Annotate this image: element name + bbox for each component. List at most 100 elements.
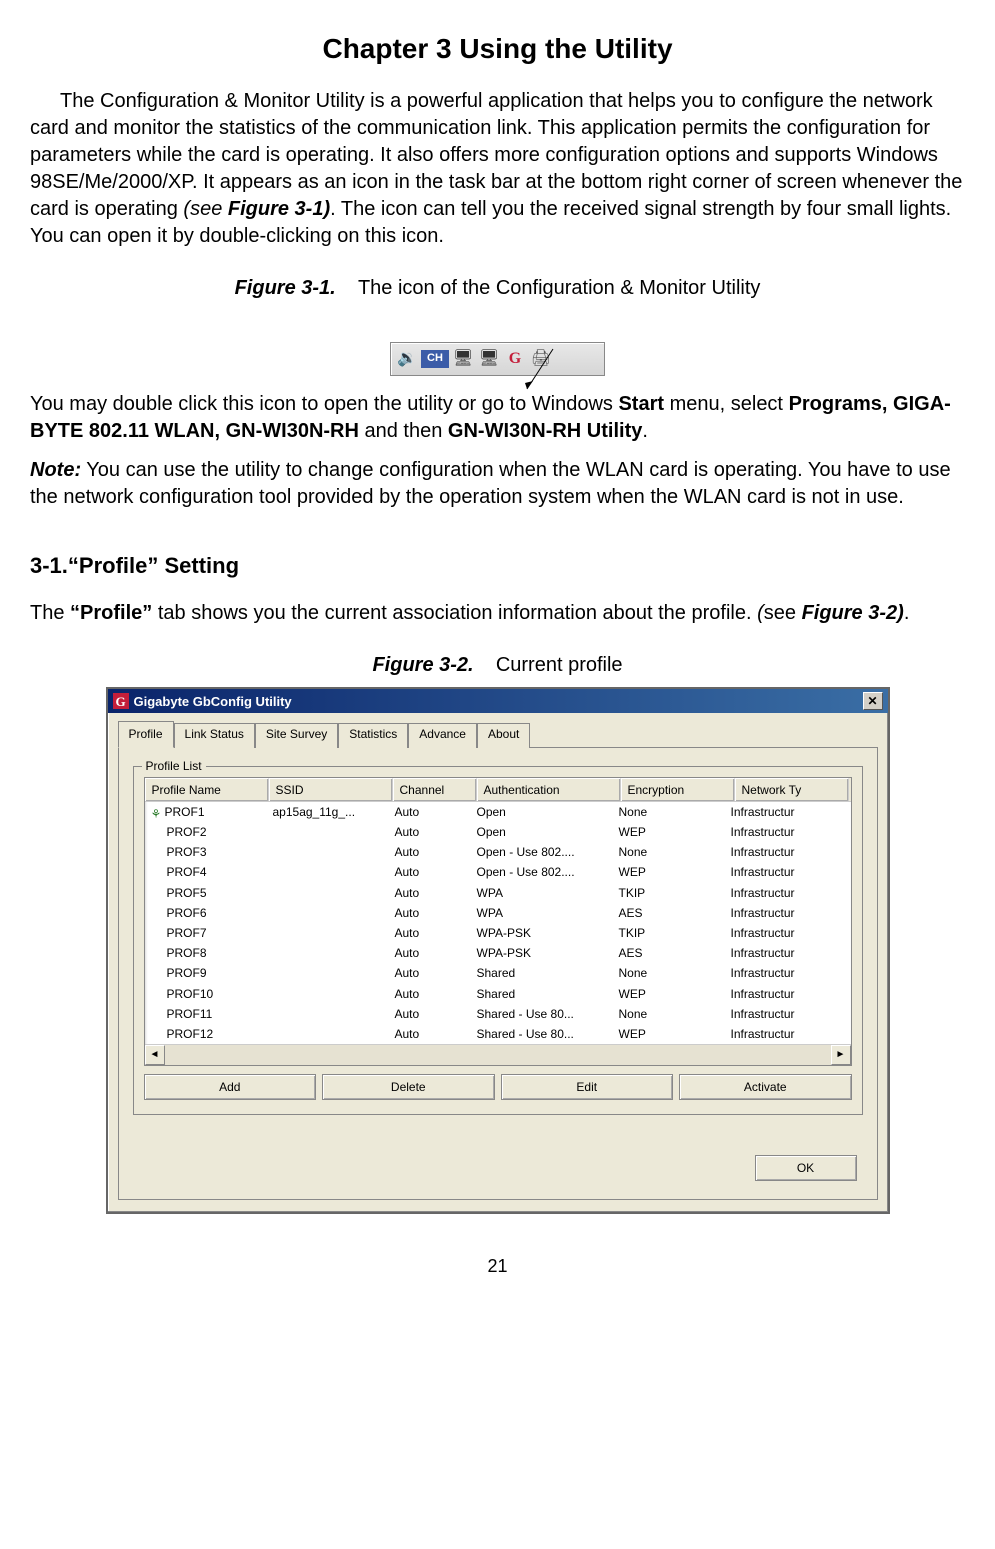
tab-advance[interactable]: Advance bbox=[408, 723, 477, 747]
cell-enc: AES bbox=[613, 943, 725, 963]
activate-button[interactable]: Activate bbox=[679, 1074, 852, 1100]
cell-profile-name: PROF2 bbox=[145, 822, 267, 842]
cell-net: Infrastructur bbox=[725, 1024, 837, 1044]
tab-panel-profile: Profile List Profile Name SSID Channel A… bbox=[118, 748, 878, 1201]
cell-enc: TKIP bbox=[613, 883, 725, 903]
ok-button[interactable]: OK bbox=[755, 1155, 857, 1181]
cell-profile-name: PROF11 bbox=[145, 1004, 267, 1024]
table-row[interactable]: PROF9AutoSharedNoneInfrastructur bbox=[145, 963, 851, 983]
col-header-network-type[interactable]: Network Ty bbox=[735, 778, 849, 801]
cell-ssid bbox=[267, 1024, 389, 1044]
table-row[interactable]: PROF8AutoWPA-PSKAESInfrastructur bbox=[145, 943, 851, 963]
col-header-authentication[interactable]: Authentication bbox=[477, 778, 621, 801]
cell-enc: WEP bbox=[613, 1024, 725, 1044]
table-row[interactable]: PROF3AutoOpen - Use 802....NoneInfrastru… bbox=[145, 842, 851, 862]
p2-b: Start bbox=[618, 393, 664, 415]
cell-chan: Auto bbox=[389, 1004, 471, 1024]
table-row[interactable]: PROF12AutoShared - Use 80...WEPInfrastru… bbox=[145, 1024, 851, 1044]
cell-net: Infrastructur bbox=[725, 903, 837, 923]
dialog-titlebar[interactable]: G Gigabyte GbConfig Utility ✕ bbox=[108, 689, 888, 713]
tab-link-status[interactable]: Link Status bbox=[174, 723, 255, 747]
table-row[interactable]: PROF5AutoWPATKIPInfrastructur bbox=[145, 883, 851, 903]
scroll-track[interactable] bbox=[165, 1045, 831, 1065]
figure-3-2-text: Current profile bbox=[496, 654, 623, 676]
cell-net: Infrastructur bbox=[725, 943, 837, 963]
table-row[interactable]: PROF2AutoOpenWEPInfrastructur bbox=[145, 822, 851, 842]
p2-f: GN-WI30N-RH Utility bbox=[448, 420, 642, 442]
figure-3-1-caption: Figure 3-1. The icon of the Configuratio… bbox=[30, 275, 965, 302]
figure-3-2-caption: Figure 3-2. Current profile bbox=[30, 652, 965, 679]
tab-statistics[interactable]: Statistics bbox=[338, 723, 408, 747]
cell-chan: Auto bbox=[389, 903, 471, 923]
cell-profile-name: PROF6 bbox=[145, 903, 267, 923]
col-header-profile-name[interactable]: Profile Name bbox=[145, 778, 269, 801]
p3-f: Figure 3-2) bbox=[802, 602, 904, 624]
delete-button[interactable]: Delete bbox=[322, 1074, 495, 1100]
cell-enc: WEP bbox=[613, 862, 725, 882]
cell-enc: WEP bbox=[613, 822, 725, 842]
note-text: You can use the utility to change config… bbox=[30, 459, 951, 508]
table-row[interactable]: PROF7AutoWPA-PSKTKIPInfrastructur bbox=[145, 923, 851, 943]
cell-chan: Auto bbox=[389, 963, 471, 983]
cell-chan: Auto bbox=[389, 883, 471, 903]
figure-3-1-label: Figure 3-1. bbox=[235, 277, 336, 299]
table-row[interactable]: ⚘PROF1ap15ag_11g_...AutoOpenNoneInfrastr… bbox=[145, 802, 851, 822]
profile-list-label: Profile List bbox=[142, 758, 206, 774]
cell-ssid bbox=[267, 883, 389, 903]
table-row[interactable]: PROF4AutoOpen - Use 802....WEPInfrastruc… bbox=[145, 862, 851, 882]
cell-net: Infrastructur bbox=[725, 802, 837, 822]
figure-3-1-text: The icon of the Configuration & Monitor … bbox=[358, 277, 760, 299]
monitor-icon: 🖥 bbox=[451, 347, 475, 371]
chapter-title: Chapter 3 Using the Utility bbox=[30, 30, 965, 68]
p3-d: ( bbox=[757, 602, 764, 624]
table-row[interactable]: PROF10AutoSharedWEPInfrastructur bbox=[145, 984, 851, 1004]
cell-chan: Auto bbox=[389, 822, 471, 842]
cell-net: Infrastructur bbox=[725, 963, 837, 983]
table-row[interactable]: PROF6 AutoWPAAESInfrastructur bbox=[145, 903, 851, 923]
cell-ssid bbox=[267, 984, 389, 1004]
cell-auth: Open bbox=[471, 802, 613, 822]
edit-button[interactable]: Edit bbox=[501, 1074, 674, 1100]
scroll-right-icon[interactable]: ► bbox=[831, 1045, 851, 1065]
cell-ssid bbox=[267, 903, 389, 923]
cell-net: Infrastructur bbox=[725, 923, 837, 943]
p3-g: . bbox=[904, 602, 910, 624]
listview-header: Profile Name SSID Channel Authentication… bbox=[145, 778, 851, 802]
cell-auth: WPA-PSK bbox=[471, 923, 613, 943]
figure-3-2-label: Figure 3-2. bbox=[372, 654, 473, 676]
table-row[interactable]: PROF11AutoShared - Use 80...NoneInfrastr… bbox=[145, 1004, 851, 1024]
cell-net: Infrastructur bbox=[725, 883, 837, 903]
p2-c: menu, select bbox=[664, 393, 789, 415]
cell-net: Infrastructur bbox=[725, 862, 837, 882]
col-header-encryption[interactable]: Encryption bbox=[621, 778, 735, 801]
horizontal-scrollbar[interactable]: ◄ ► bbox=[145, 1044, 851, 1065]
profile-listview[interactable]: Profile Name SSID Channel Authentication… bbox=[144, 777, 852, 1066]
cell-net: Infrastructur bbox=[725, 842, 837, 862]
cell-profile-name: PROF10 bbox=[145, 984, 267, 1004]
app-icon: G bbox=[113, 693, 129, 709]
tab-about[interactable]: About bbox=[477, 723, 530, 747]
arrow-icon bbox=[475, 347, 555, 392]
section-3-1-heading: 3-1.“Profile” Setting bbox=[30, 551, 965, 581]
tab-site-survey[interactable]: Site Survey bbox=[255, 723, 338, 747]
col-header-channel[interactable]: Channel bbox=[393, 778, 477, 801]
p3-b: “Profile” bbox=[70, 602, 152, 624]
cell-ssid bbox=[267, 822, 389, 842]
col-header-ssid[interactable]: SSID bbox=[269, 778, 393, 801]
tab-profile[interactable]: Profile bbox=[118, 721, 174, 747]
scroll-left-icon[interactable]: ◄ bbox=[145, 1045, 165, 1065]
cell-profile-name: PROF8 bbox=[145, 943, 267, 963]
cell-chan: Auto bbox=[389, 842, 471, 862]
cell-enc: AES bbox=[613, 903, 725, 923]
close-button[interactable]: ✕ bbox=[863, 692, 883, 710]
cell-profile-name: PROF3 bbox=[145, 842, 267, 862]
cell-profile-name: PROF4 bbox=[145, 862, 267, 882]
cell-profile-name: PROF9 bbox=[145, 963, 267, 983]
add-button[interactable]: Add bbox=[144, 1074, 317, 1100]
cell-auth: WPA bbox=[471, 903, 613, 923]
p2-g: . bbox=[642, 420, 648, 442]
dialog-title: Gigabyte GbConfig Utility bbox=[134, 693, 292, 711]
note-paragraph: Note: You can use the utility to change … bbox=[30, 457, 965, 511]
profile-buttons: Add Delete Edit Activate bbox=[144, 1074, 852, 1100]
cell-chan: Auto bbox=[389, 862, 471, 882]
